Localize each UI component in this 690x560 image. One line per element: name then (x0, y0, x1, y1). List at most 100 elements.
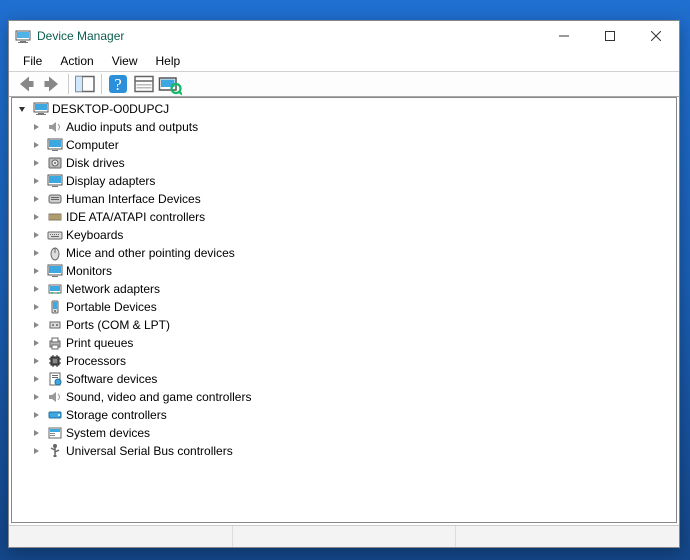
speaker-icon (47, 389, 63, 405)
expander-icon[interactable] (30, 247, 42, 259)
expander-icon[interactable] (30, 427, 42, 439)
back-button[interactable] (14, 73, 38, 95)
tree-item[interactable]: Universal Serial Bus controllers (12, 442, 676, 460)
port-icon (47, 317, 63, 333)
cpu-icon (47, 353, 63, 369)
expander-icon[interactable] (30, 373, 42, 385)
expander-icon[interactable] (30, 121, 42, 133)
expander-icon[interactable] (30, 355, 42, 367)
tree-item[interactable]: System devices (12, 424, 676, 442)
tree-item[interactable]: Audio inputs and outputs (12, 118, 676, 136)
tree-item-label: System devices (66, 426, 150, 440)
tree-item[interactable]: Network adapters (12, 280, 676, 298)
tree-item-label: Universal Serial Bus controllers (66, 444, 233, 458)
app-icon (15, 28, 31, 44)
toolbar-separator (68, 74, 69, 94)
tree-item[interactable]: Software devices (12, 370, 676, 388)
expander-icon[interactable] (30, 193, 42, 205)
tree-item[interactable]: Computer (12, 136, 676, 154)
tree-item-label: Computer (66, 138, 119, 152)
tree-item-label: Audio inputs and outputs (66, 120, 198, 134)
tree-item-label: Disk drives (66, 156, 125, 170)
tree-item[interactable]: Ports (COM & LPT) (12, 316, 676, 334)
tree-item-label: Network adapters (66, 282, 160, 296)
tree-item[interactable]: Print queues (12, 334, 676, 352)
close-button[interactable] (633, 21, 679, 51)
tree-root[interactable]: DESKTOP-O0DUPCJ (12, 100, 676, 118)
scan-hardware-button[interactable] (158, 73, 182, 95)
tree-item-label: Ports (COM & LPT) (66, 318, 170, 332)
expander-icon[interactable] (30, 337, 42, 349)
system-icon (47, 425, 63, 441)
storage-icon (47, 407, 63, 423)
printer-icon (47, 335, 63, 351)
tree-item[interactable]: Display adapters (12, 172, 676, 190)
properties-button[interactable] (132, 73, 156, 95)
expander-icon[interactable] (30, 157, 42, 169)
expander-icon[interactable] (30, 283, 42, 295)
monitor-icon (47, 173, 63, 189)
tree-item-label: IDE ATA/ATAPI controllers (66, 210, 205, 224)
menu-file[interactable]: File (15, 52, 50, 70)
tree-item[interactable]: Human Interface Devices (12, 190, 676, 208)
window-title: Device Manager (37, 29, 541, 43)
tree-item-label: Mice and other pointing devices (66, 246, 235, 260)
tree-item[interactable]: Mice and other pointing devices (12, 244, 676, 262)
computer-icon (33, 101, 49, 117)
tree-item[interactable]: Sound, video and game controllers (12, 388, 676, 406)
tree-item-label: Sound, video and game controllers (66, 390, 251, 404)
tree-item-label: Human Interface Devices (66, 192, 201, 206)
ide-icon (47, 209, 63, 225)
expander-icon[interactable] (30, 319, 42, 331)
tree-item-label: Storage controllers (66, 408, 167, 422)
device-manager-window: Device Manager File Action View Help ? D… (8, 20, 680, 548)
show-hide-console-button[interactable] (73, 73, 97, 95)
tree-item[interactable]: Disk drives (12, 154, 676, 172)
menu-action[interactable]: Action (52, 52, 101, 70)
statusbar (9, 525, 679, 547)
tree-item-label: Print queues (66, 336, 133, 350)
tree-item-label: Software devices (66, 372, 157, 386)
tree-item[interactable]: Portable Devices (12, 298, 676, 316)
forward-button[interactable] (40, 73, 64, 95)
expander-icon[interactable] (30, 229, 42, 241)
svg-text:?: ? (114, 75, 121, 94)
tree-item-label: Display adapters (66, 174, 155, 188)
expander-icon[interactable] (30, 391, 42, 403)
tree-item[interactable]: Monitors (12, 262, 676, 280)
monitor-icon (47, 137, 63, 153)
tree-item-label: Portable Devices (66, 300, 157, 314)
toolbar-separator (101, 74, 102, 94)
hid-icon (47, 191, 63, 207)
menu-help[interactable]: Help (148, 52, 189, 70)
minimize-button[interactable] (541, 21, 587, 51)
expander-icon[interactable] (30, 175, 42, 187)
help-button[interactable]: ? (106, 73, 130, 95)
tree-item[interactable]: IDE ATA/ATAPI controllers (12, 208, 676, 226)
expander-icon[interactable] (16, 103, 28, 115)
software-icon (47, 371, 63, 387)
network-icon (47, 281, 63, 297)
tree-root-label: DESKTOP-O0DUPCJ (52, 102, 169, 116)
expander-icon[interactable] (30, 139, 42, 151)
portable-icon (47, 299, 63, 315)
titlebar: Device Manager (9, 21, 679, 51)
tree-item-label: Processors (66, 354, 126, 368)
device-tree-pane[interactable]: DESKTOP-O0DUPCJ Audio inputs and outputs C… (11, 97, 677, 523)
expander-icon[interactable] (30, 211, 42, 223)
tree-item-label: Keyboards (66, 228, 123, 242)
usb-icon (47, 443, 63, 459)
toolbar: ? (9, 71, 679, 97)
expander-icon[interactable] (30, 301, 42, 313)
expander-icon[interactable] (30, 445, 42, 457)
tree-item[interactable]: Processors (12, 352, 676, 370)
menu-view[interactable]: View (104, 52, 146, 70)
tree-item-label: Monitors (66, 264, 112, 278)
mouse-icon (47, 245, 63, 261)
keyboard-icon (47, 227, 63, 243)
tree-item[interactable]: Keyboards (12, 226, 676, 244)
expander-icon[interactable] (30, 265, 42, 277)
expander-icon[interactable] (30, 409, 42, 421)
maximize-button[interactable] (587, 21, 633, 51)
tree-item[interactable]: Storage controllers (12, 406, 676, 424)
